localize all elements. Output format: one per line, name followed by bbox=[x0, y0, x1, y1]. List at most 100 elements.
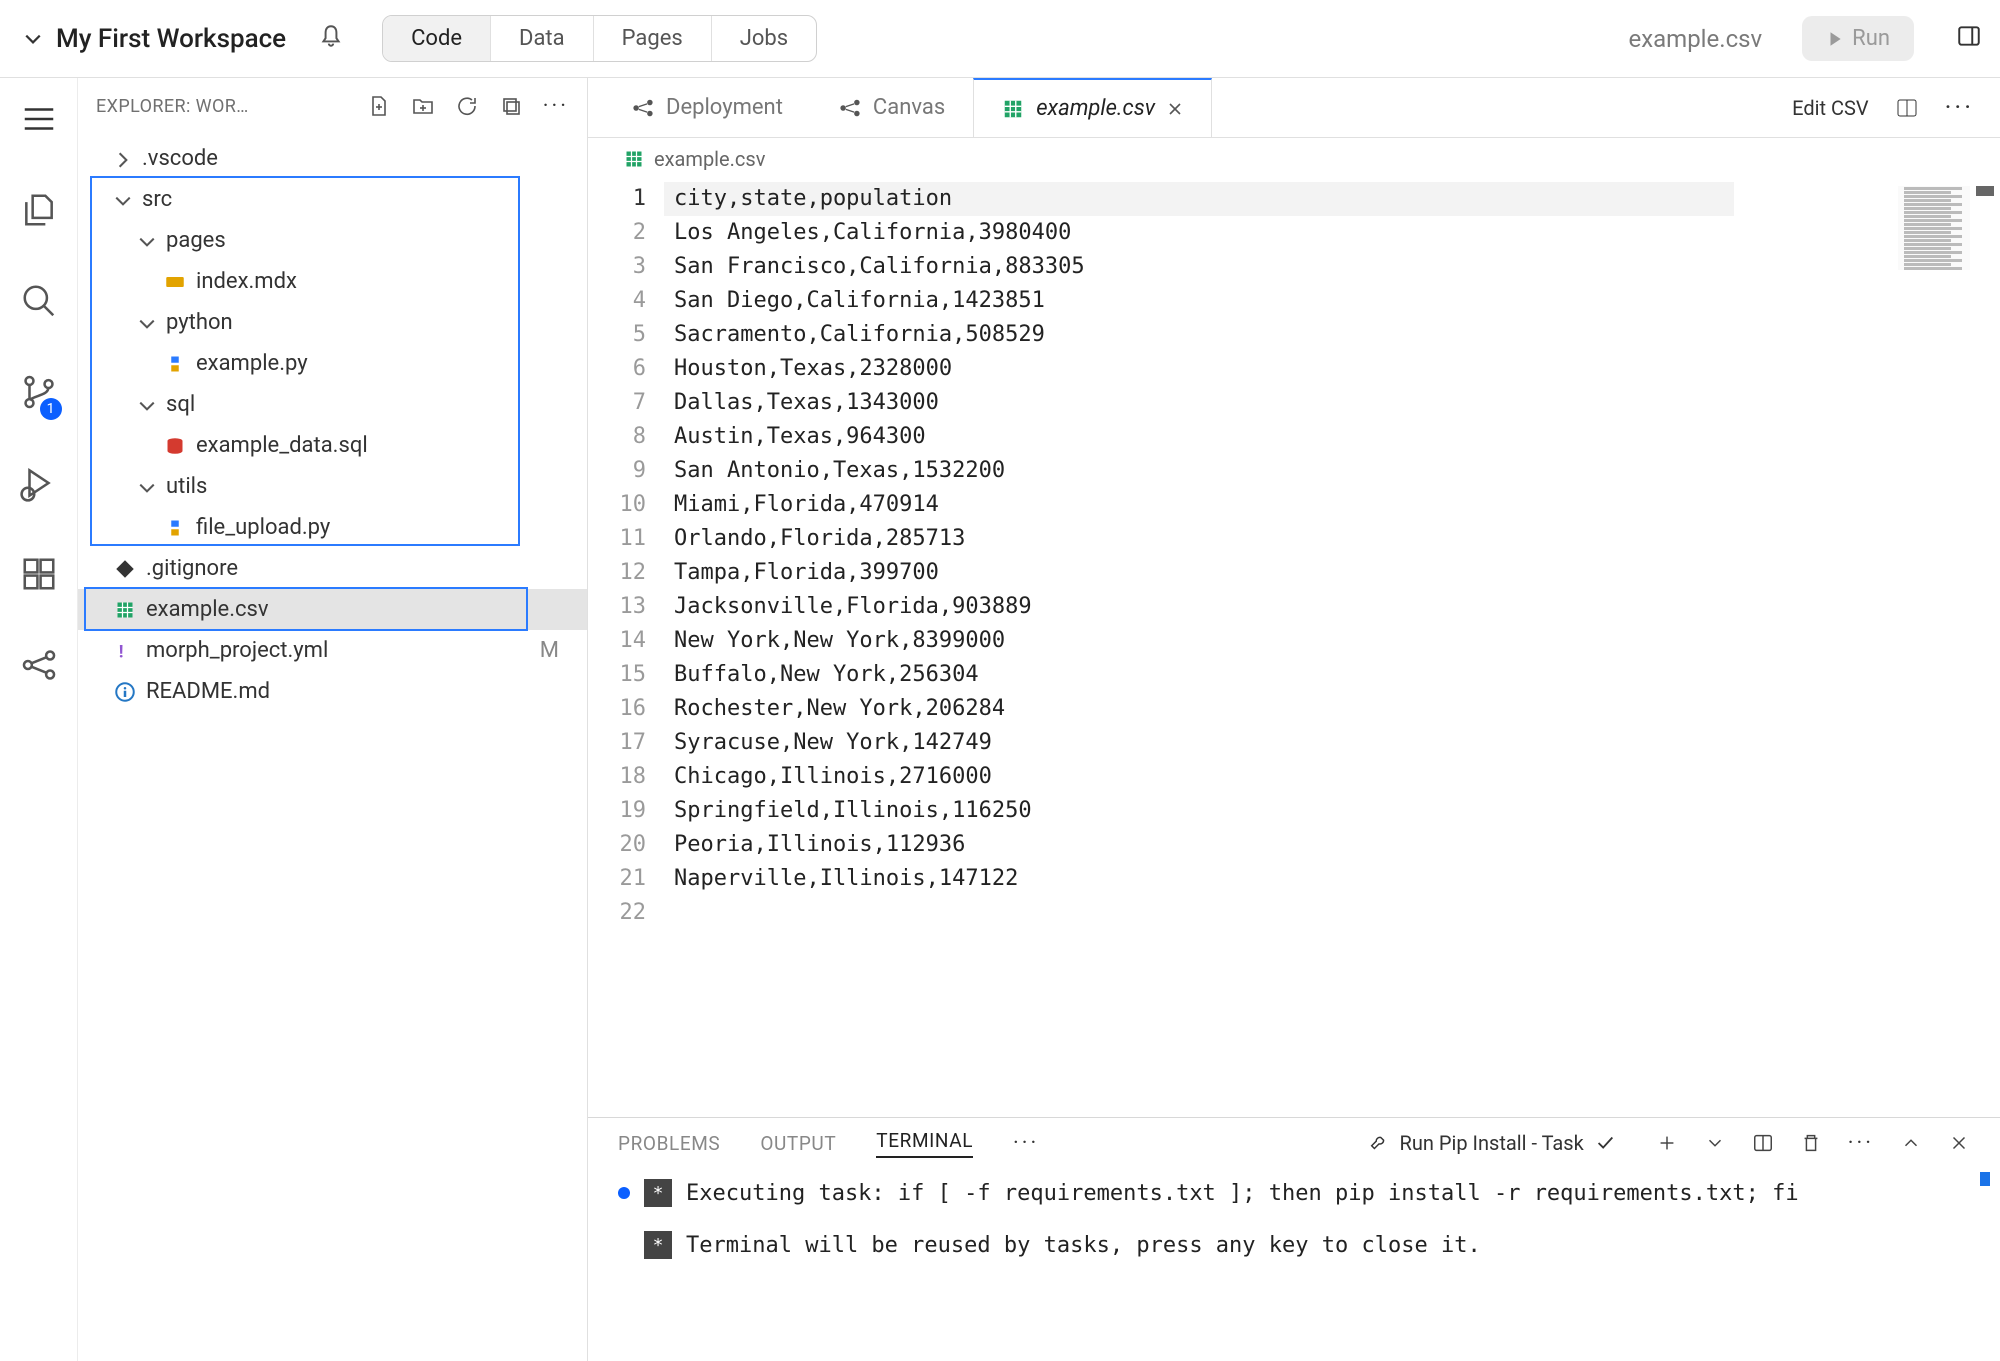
python-icon bbox=[164, 353, 186, 375]
terminal-scrollbar[interactable] bbox=[1980, 1172, 1990, 1186]
graph-icon bbox=[839, 97, 861, 119]
mode-data[interactable]: Data bbox=[491, 16, 594, 61]
python-icon bbox=[164, 517, 186, 539]
new-folder-icon[interactable] bbox=[411, 94, 435, 118]
notifications-button[interactable] bbox=[318, 23, 344, 54]
task-running-indicator bbox=[618, 1187, 630, 1199]
workspace-title: My First Workspace bbox=[56, 24, 286, 54]
csv-icon bbox=[624, 149, 644, 169]
bell-icon bbox=[318, 23, 344, 49]
editor-more-icon[interactable]: ··· bbox=[1945, 93, 1974, 123]
tree-folder-vscode[interactable]: .vscode bbox=[78, 138, 587, 179]
modified-indicator: M bbox=[540, 638, 559, 663]
close-tab-icon[interactable] bbox=[1167, 101, 1183, 117]
tree-file-file-upload[interactable]: file_upload.py bbox=[78, 507, 587, 548]
terminal-body[interactable]: * Executing task: if [ -f requirements.t… bbox=[588, 1168, 2000, 1361]
mdx-icon bbox=[164, 271, 186, 293]
tools-icon bbox=[1368, 1132, 1390, 1154]
csv-icon bbox=[114, 599, 136, 621]
files-icon bbox=[20, 191, 58, 229]
task-marker-icon: * bbox=[644, 1231, 672, 1259]
panel-tab-output[interactable]: OUTPUT bbox=[760, 1132, 836, 1155]
extensions-activity[interactable] bbox=[20, 555, 58, 598]
tree-folder-src[interactable]: src bbox=[78, 179, 587, 220]
chevron-right-icon bbox=[114, 151, 132, 169]
mode-code[interactable]: Code bbox=[383, 16, 491, 61]
minimap[interactable] bbox=[1898, 186, 1970, 270]
explorer-title: EXPLORER: WOR… bbox=[96, 96, 249, 117]
split-terminal-icon[interactable] bbox=[1752, 1132, 1774, 1154]
tree-folder-utils[interactable]: utils bbox=[78, 466, 587, 507]
yaml-icon: ! bbox=[114, 640, 136, 662]
run-button[interactable]: Run bbox=[1802, 16, 1914, 61]
terminal-line: Executing task: if [ -f requirements.txt… bbox=[686, 1181, 1799, 1206]
search-activity[interactable] bbox=[20, 282, 58, 325]
tree-file-morph-yml[interactable]: ! morph_project.yml M bbox=[78, 630, 587, 671]
menu-icon bbox=[20, 100, 58, 138]
explorer-more-icon[interactable]: ··· bbox=[543, 94, 569, 119]
menu-button[interactable] bbox=[20, 100, 58, 143]
tree-file-readme[interactable]: README.md bbox=[78, 671, 587, 712]
chevron-down-icon bbox=[24, 30, 42, 48]
panel-tab-problems[interactable]: PROBLEMS bbox=[618, 1132, 720, 1155]
ai-activity[interactable] bbox=[20, 646, 58, 689]
tree-file-example-sql[interactable]: example_data.sql bbox=[78, 425, 587, 466]
source-control-activity[interactable]: 1 bbox=[20, 373, 58, 416]
terminal-dropdown-icon[interactable] bbox=[1704, 1132, 1726, 1154]
chevron-down-icon bbox=[138, 479, 156, 497]
mode-pages[interactable]: Pages bbox=[594, 16, 712, 61]
tree-folder-sql[interactable]: sql bbox=[78, 384, 587, 425]
panel-tab-terminal[interactable]: TERMINAL bbox=[876, 1129, 973, 1158]
toggle-panel-button[interactable] bbox=[1956, 23, 1982, 54]
terminal-more-icon[interactable]: ··· bbox=[1848, 1131, 1874, 1156]
mode-segmented-control: Code Data Pages Jobs bbox=[382, 15, 817, 62]
current-file-label: example.csv bbox=[1628, 25, 1762, 53]
tree-file-index-mdx[interactable]: index.mdx bbox=[78, 261, 587, 302]
terminal-task-label[interactable]: Run Pip Install - Task bbox=[1368, 1131, 1616, 1155]
extensions-icon bbox=[20, 555, 58, 593]
git-icon bbox=[114, 558, 136, 580]
breadcrumb[interactable]: example.csv bbox=[588, 138, 2000, 180]
network-icon bbox=[20, 646, 58, 684]
chevron-down-icon bbox=[114, 192, 132, 210]
tree-file-example-csv[interactable]: example.csv bbox=[78, 589, 587, 630]
tab-deployment[interactable]: Deployment bbox=[604, 78, 811, 137]
panel-right-icon bbox=[1956, 23, 1982, 49]
refresh-icon[interactable] bbox=[455, 94, 479, 118]
graph-icon bbox=[632, 97, 654, 119]
chevron-up-icon[interactable] bbox=[1900, 1132, 1922, 1154]
tree-file-example-py[interactable]: example.py bbox=[78, 343, 587, 384]
debug-icon bbox=[20, 464, 58, 502]
trash-icon[interactable] bbox=[1800, 1132, 1822, 1154]
chevron-down-icon bbox=[138, 397, 156, 415]
scrollbar-thumb[interactable] bbox=[1976, 186, 1994, 196]
mode-jobs[interactable]: Jobs bbox=[712, 16, 816, 61]
tab-example-csv[interactable]: example.csv bbox=[973, 78, 1212, 137]
explorer-activity[interactable] bbox=[20, 191, 58, 234]
tree-file-gitignore[interactable]: .gitignore bbox=[78, 548, 587, 589]
csv-icon bbox=[1002, 98, 1024, 120]
info-icon bbox=[114, 681, 136, 703]
play-icon bbox=[1826, 30, 1844, 48]
code-editor[interactable]: 12345678910111213141516171819202122 city… bbox=[588, 180, 2000, 1117]
code-content[interactable]: city,state,populationLos Angeles,Califor… bbox=[674, 180, 2000, 1117]
panel-more-icon[interactable]: ··· bbox=[1013, 1131, 1039, 1156]
collapse-all-icon[interactable] bbox=[499, 94, 523, 118]
chevron-down-icon bbox=[138, 233, 156, 251]
new-terminal-icon[interactable] bbox=[1656, 1132, 1678, 1154]
close-panel-icon[interactable] bbox=[1948, 1132, 1970, 1154]
search-icon bbox=[20, 282, 58, 320]
svg-text:!: ! bbox=[119, 642, 124, 661]
run-debug-activity[interactable] bbox=[20, 464, 58, 507]
terminal-line: Terminal will be reused by tasks, press … bbox=[686, 1233, 1481, 1258]
tree-folder-pages[interactable]: pages bbox=[78, 220, 587, 261]
check-icon bbox=[1594, 1132, 1616, 1154]
tab-canvas[interactable]: Canvas bbox=[811, 78, 973, 137]
tree-folder-python[interactable]: python bbox=[78, 302, 587, 343]
new-file-icon[interactable] bbox=[367, 94, 391, 118]
split-editor-icon[interactable] bbox=[1895, 96, 1919, 120]
task-marker-icon: * bbox=[644, 1179, 672, 1207]
edit-csv-button[interactable]: Edit CSV bbox=[1792, 96, 1868, 120]
line-gutter: 12345678910111213141516171819202122 bbox=[588, 180, 674, 1117]
workspace-dropdown[interactable]: My First Workspace bbox=[24, 24, 286, 54]
